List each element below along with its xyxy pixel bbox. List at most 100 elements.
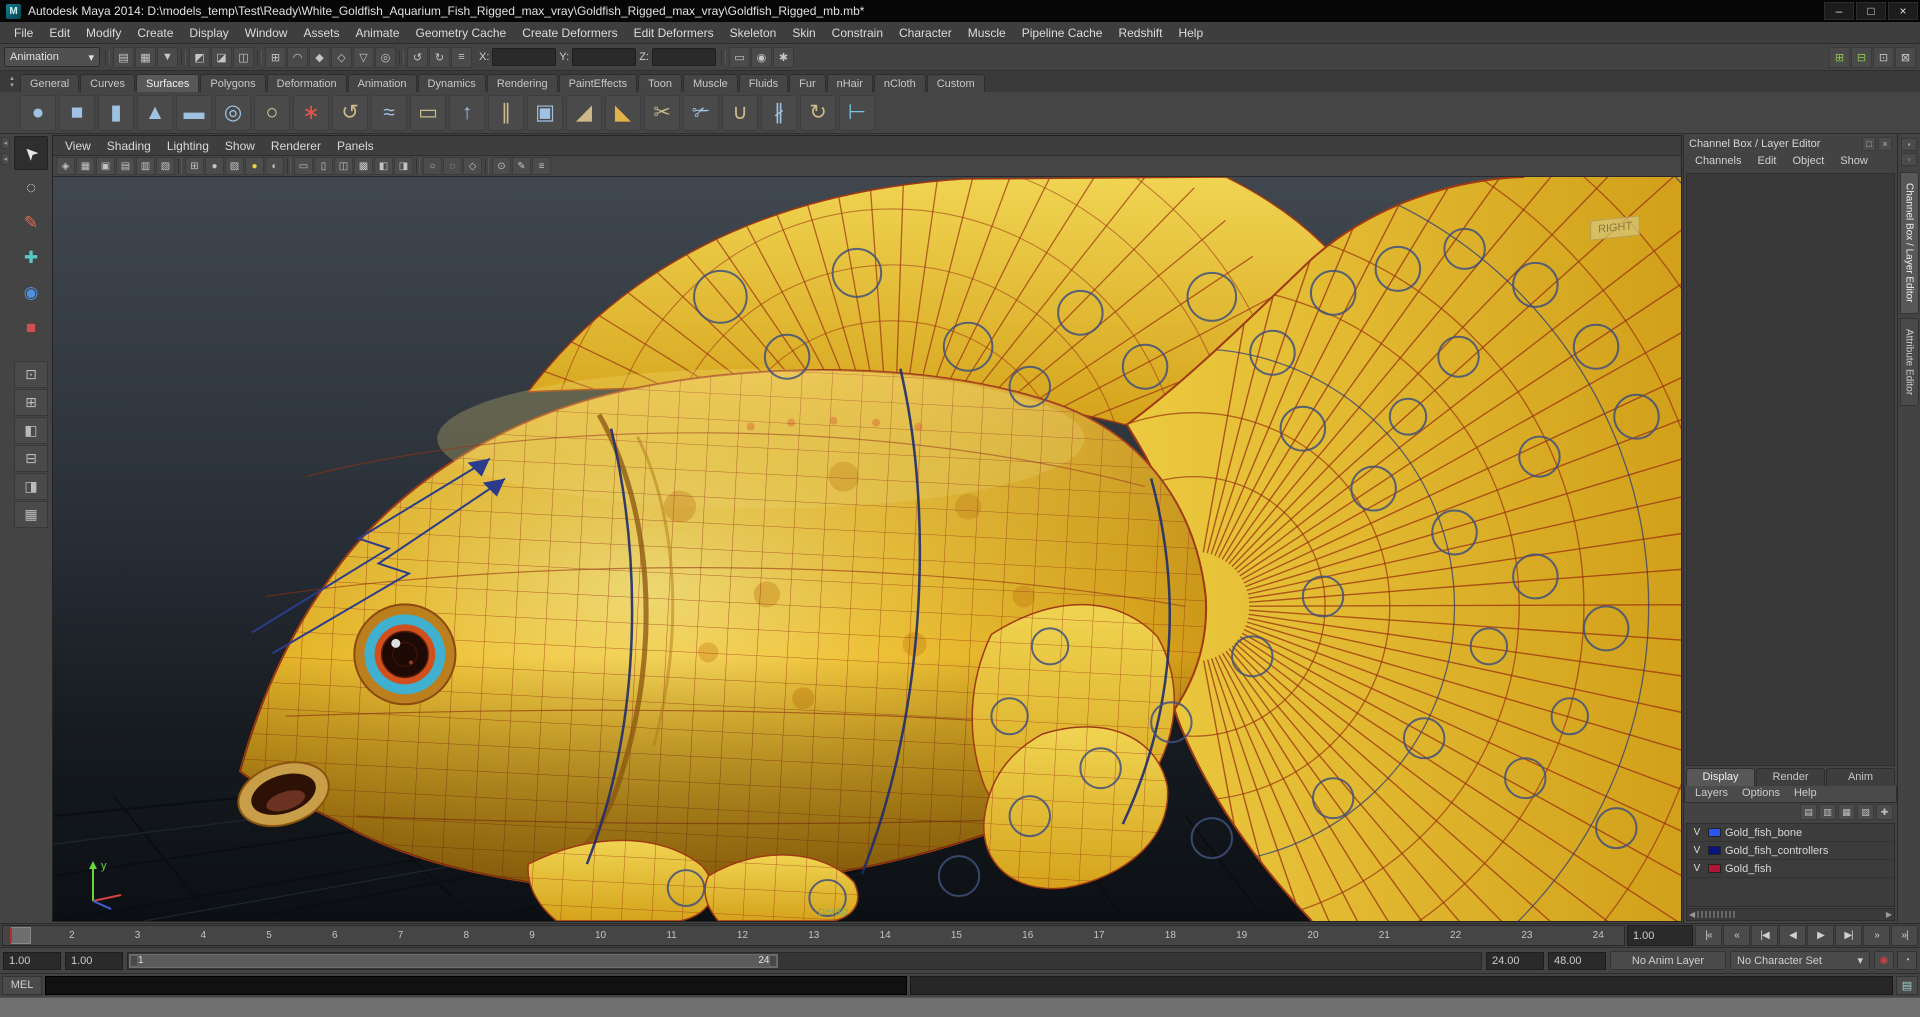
shelf-tab-dynamics[interactable]: Dynamics bbox=[417, 74, 486, 92]
shelf-tab-fur[interactable]: Fur bbox=[789, 74, 826, 92]
menu-modify[interactable]: Modify bbox=[78, 24, 129, 42]
nurbs-circle-icon[interactable]: ○ bbox=[254, 94, 290, 131]
anim-layer-button[interactable]: No Anim Layer bbox=[1610, 951, 1726, 970]
menu-skin[interactable]: Skin bbox=[784, 24, 823, 42]
dock-panel-icon[interactable]: □ bbox=[1862, 137, 1876, 151]
layer-list-icon[interactable]: ▤ bbox=[1800, 804, 1817, 820]
shelf-tab-rendering[interactable]: Rendering bbox=[486, 74, 558, 92]
menu-create[interactable]: Create bbox=[129, 24, 181, 42]
layer-tab-anim[interactable]: Anim bbox=[1826, 768, 1895, 786]
default-material-icon[interactable]: ○ bbox=[423, 157, 442, 175]
viewport-menu-view[interactable]: View bbox=[57, 138, 99, 154]
output-connections-icon[interactable]: ↻ bbox=[429, 46, 450, 68]
planar-icon[interactable]: ▭ bbox=[410, 94, 446, 131]
maximize-button[interactable]: □ bbox=[1856, 2, 1886, 20]
menu-edit-deformers[interactable]: Edit Deformers bbox=[626, 24, 722, 42]
layer-tab-display[interactable]: Display bbox=[1686, 768, 1755, 786]
viewport-menu-panels[interactable]: Panels bbox=[329, 138, 382, 154]
safe-title-icon[interactable]: ◨ bbox=[394, 157, 413, 175]
layer-visibility-toggle[interactable]: V bbox=[1690, 845, 1704, 856]
revolve-icon[interactable]: ↺ bbox=[332, 94, 368, 131]
menu-file[interactable]: File bbox=[6, 24, 41, 42]
input-connections-icon[interactable]: ↺ bbox=[407, 46, 428, 68]
boundary-icon[interactable]: ▣ bbox=[527, 94, 563, 131]
shelf-tab-animation[interactable]: Animation bbox=[347, 74, 417, 92]
menu-assets[interactable]: Assets bbox=[295, 24, 347, 42]
detach-surfaces-icon[interactable]: ∦ bbox=[761, 94, 797, 131]
multisample-icon[interactable]: ≡ bbox=[532, 157, 551, 175]
view-cube-icon[interactable]: ◈ bbox=[56, 157, 75, 175]
menu-window[interactable]: Window bbox=[237, 24, 296, 42]
render-view-icon[interactable]: ▭ bbox=[728, 46, 750, 68]
trim-icon[interactable]: ✂ bbox=[644, 94, 680, 131]
attribute-editor-tab[interactable]: Attribute Editor bbox=[1899, 317, 1919, 406]
mel-toggle-button[interactable]: MEL bbox=[2, 976, 42, 995]
shelf-tab-painteffects[interactable]: PaintEffects bbox=[558, 74, 638, 92]
shelf-tab-ncloth[interactable]: nCloth bbox=[873, 74, 926, 92]
menu-create-deformers[interactable]: Create Deformers bbox=[514, 24, 625, 42]
viewport-menu-show[interactable]: Show bbox=[217, 138, 263, 154]
camera-attributes-icon[interactable]: ▤ bbox=[116, 157, 135, 175]
viewport-menu-shading[interactable]: Shading bbox=[99, 138, 159, 154]
ipr-render-icon[interactable]: ◉ bbox=[750, 46, 772, 68]
go-to-start-button[interactable]: |« bbox=[1695, 925, 1722, 946]
layout-custom[interactable]: ▦ bbox=[14, 501, 48, 528]
extrude-icon[interactable]: ↑ bbox=[449, 94, 485, 131]
outliner-toggle-icon[interactable]: ⊡ bbox=[1873, 46, 1894, 68]
shadows-icon[interactable]: ◐ bbox=[265, 157, 284, 175]
paint-select-tool[interactable]: ✎ bbox=[14, 206, 48, 240]
anim-end-field[interactable]: 48.00 bbox=[1548, 951, 1606, 970]
titlebar[interactable]: M Autodesk Maya 2014: D:\models_temp\Tes… bbox=[0, 0, 1920, 22]
nurbs-cylinder-icon[interactable]: ▮ bbox=[98, 94, 134, 131]
mel-input[interactable] bbox=[45, 976, 908, 995]
close-panel-icon[interactable]: × bbox=[1878, 137, 1892, 151]
film-gate-icon[interactable]: ▯ bbox=[314, 157, 333, 175]
layer-from-selected-icon[interactable]: ▧ bbox=[1857, 804, 1874, 820]
channels-area[interactable] bbox=[1686, 173, 1895, 766]
x-input[interactable] bbox=[492, 48, 557, 66]
shelf-tab-curves[interactable]: Curves bbox=[80, 74, 135, 92]
untrim-icon[interactable]: ✃ bbox=[683, 94, 719, 131]
textured-icon[interactable]: ▨ bbox=[225, 157, 244, 175]
minimize-button[interactable]: – bbox=[1824, 2, 1854, 20]
snap-plane-icon[interactable]: ◇ bbox=[331, 46, 352, 68]
sidebar-toggle-icon[interactable]: ⊠ bbox=[1895, 46, 1916, 68]
viewport-menu-renderer[interactable]: Renderer bbox=[263, 138, 329, 154]
expand-panel-icon[interactable]: ▫ bbox=[1901, 153, 1917, 166]
channels-menu-object[interactable]: Object bbox=[1785, 154, 1831, 172]
menu-animate[interactable]: Animate bbox=[347, 24, 407, 42]
layer-menu-options[interactable]: Options bbox=[1736, 786, 1786, 802]
layout-persp-graph[interactable]: ⊟ bbox=[14, 445, 48, 472]
birail-icon[interactable]: ∥ bbox=[488, 94, 524, 131]
pin-panel-icon[interactable]: ▪ bbox=[1901, 138, 1917, 151]
select-component-icon[interactable]: ◫ bbox=[233, 46, 254, 68]
scroll-right-icon[interactable]: ▶ bbox=[1886, 910, 1892, 919]
field-chart-icon[interactable]: ▩ bbox=[354, 157, 373, 175]
menu-constrain[interactable]: Constrain bbox=[824, 24, 891, 42]
shelf-tab-toon[interactable]: Toon bbox=[638, 74, 682, 92]
camera-select-icon[interactable]: ▦ bbox=[76, 157, 95, 175]
layer-visibility-toggle[interactable]: V bbox=[1690, 827, 1704, 838]
layer-menu-layers[interactable]: Layers bbox=[1689, 786, 1734, 802]
menu-skeleton[interactable]: Skeleton bbox=[722, 24, 785, 42]
nurbs-sphere-icon[interactable]: ● bbox=[20, 94, 56, 131]
menu-geometry-cache[interactable]: Geometry Cache bbox=[408, 24, 515, 42]
layout-hypershade[interactable]: ◨ bbox=[14, 473, 48, 500]
shaded-icon[interactable]: ● bbox=[205, 157, 224, 175]
shelf-tab-fluids[interactable]: Fluids bbox=[738, 74, 789, 92]
current-time-field[interactable]: 1.00 bbox=[1627, 925, 1693, 946]
snap-view-icon[interactable]: ▽ bbox=[353, 46, 374, 68]
layer-sort-icon[interactable]: ▥ bbox=[1819, 804, 1836, 820]
grid-toggle-icon[interactable]: ⊞ bbox=[1829, 46, 1850, 68]
layer-visibility-toggle[interactable]: V bbox=[1690, 863, 1704, 874]
menu-help[interactable]: Help bbox=[1170, 24, 1211, 42]
collapse-toolbox-icon[interactable]: ◂ bbox=[1, 137, 10, 149]
new-layer-icon[interactable]: ✚ bbox=[1876, 804, 1893, 820]
bevel-icon[interactable]: ◢ bbox=[566, 94, 602, 131]
scale-tool[interactable]: ■ bbox=[14, 311, 48, 345]
auto-key-icon[interactable]: ◉ bbox=[1874, 951, 1894, 970]
move-tool[interactable]: ✚ bbox=[14, 241, 48, 275]
shelf-switch-icon[interactable]: ▴ ▾ bbox=[4, 71, 20, 92]
select-object-icon[interactable]: ◪ bbox=[211, 46, 232, 68]
shelf-tab-surfaces[interactable]: Surfaces bbox=[135, 74, 200, 92]
